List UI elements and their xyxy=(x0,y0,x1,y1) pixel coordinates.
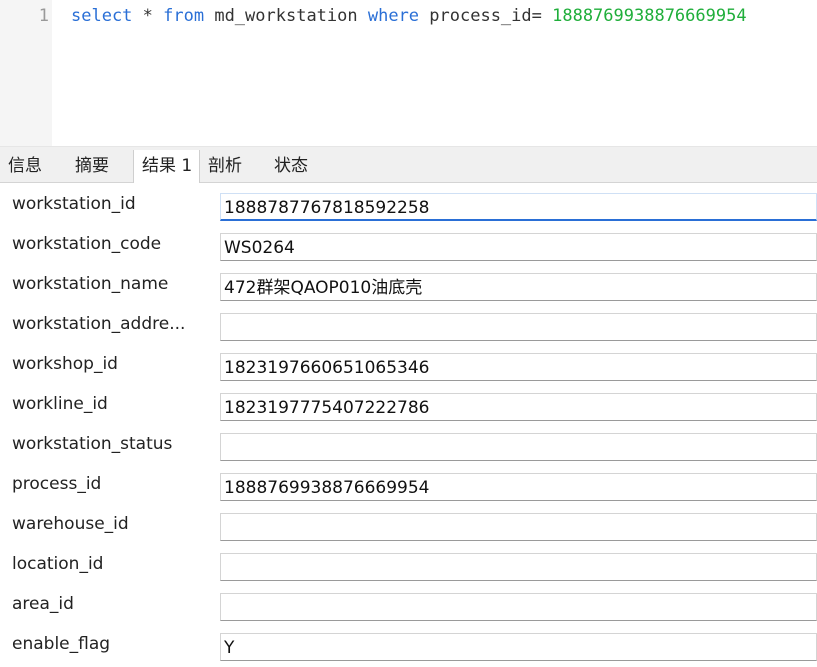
field-label: workshop_id xyxy=(12,354,118,374)
field-label: workline_id xyxy=(12,394,108,414)
form-row: workstation_name 472群架QAOP010油底壳 xyxy=(0,267,817,307)
code-table-name: md_workstation xyxy=(204,6,368,26)
workstation-code-field[interactable]: WS0264 xyxy=(220,233,817,261)
field-label: warehouse_id xyxy=(12,514,129,534)
field-label: workstation_name xyxy=(12,274,169,294)
tab-status[interactable]: 状态 xyxy=(266,150,332,182)
tab-profile[interactable]: 剖析 xyxy=(200,150,266,182)
enable-flag-field[interactable]: Y xyxy=(220,633,817,661)
field-label: area_id xyxy=(12,594,74,614)
form-row: warehouse_id xyxy=(0,507,817,547)
tab-result-1[interactable]: 结果 1 xyxy=(133,150,200,183)
form-row: workstation_status xyxy=(0,427,817,467)
keyword-from: from xyxy=(163,6,205,26)
workstation-id-field[interactable]: 1888787767818592258 xyxy=(220,193,817,221)
record-form: workstation_id 1888787767818592258 works… xyxy=(0,187,817,667)
sql-editor[interactable]: 1 select * from md_workstation where pro… xyxy=(0,0,817,146)
form-row: location_id xyxy=(0,547,817,587)
field-label: workstation_id xyxy=(12,194,136,214)
form-row: workstation_id 1888787767818592258 xyxy=(0,187,817,227)
sql-code-line[interactable]: select * from md_workstation where proce… xyxy=(71,6,747,26)
location-id-field[interactable] xyxy=(220,553,817,581)
field-label: process_id xyxy=(12,474,102,494)
field-label: workstation_addre... xyxy=(12,314,186,334)
form-row: workshop_id 1823197660651065346 xyxy=(0,347,817,387)
workstation-address-field[interactable] xyxy=(220,313,817,341)
form-row: workline_id 1823197775407222786 xyxy=(0,387,817,427)
tab-summary[interactable]: 摘要 xyxy=(67,150,133,182)
form-row: workstation_addre... xyxy=(0,307,817,347)
tab-info[interactable]: 信息 xyxy=(0,150,67,182)
line-number: 1 xyxy=(38,6,49,26)
code-star: * xyxy=(132,6,164,26)
result-tab-bar: 信息 摘要 结果 1 剖析 状态 xyxy=(0,150,817,183)
code-number-literal: 1888769938876669954 xyxy=(552,6,747,26)
field-label: location_id xyxy=(12,554,104,574)
keyword-where: where xyxy=(367,6,420,26)
line-number-gutter: 1 xyxy=(0,0,52,146)
workstation-name-field[interactable]: 472群架QAOP010油底壳 xyxy=(220,273,817,301)
workstation-status-field[interactable] xyxy=(220,433,817,461)
process-id-field[interactable]: 1888769938876669954 xyxy=(220,473,817,501)
workline-id-field[interactable]: 1823197775407222786 xyxy=(220,393,817,421)
field-label: workstation_code xyxy=(12,234,162,254)
code-column-name: process_id= xyxy=(419,6,553,26)
form-row: workstation_code WS0264 xyxy=(0,227,817,267)
form-row: area_id xyxy=(0,587,817,627)
field-label: workstation_status xyxy=(12,434,173,454)
warehouse-id-field[interactable] xyxy=(220,513,817,541)
keyword-select: select xyxy=(71,6,133,26)
field-label: enable_flag xyxy=(12,634,111,654)
workshop-id-field[interactable]: 1823197660651065346 xyxy=(220,353,817,381)
form-row: process_id 1888769938876669954 xyxy=(0,467,817,507)
form-row: enable_flag Y xyxy=(0,627,817,667)
area-id-field[interactable] xyxy=(220,593,817,621)
